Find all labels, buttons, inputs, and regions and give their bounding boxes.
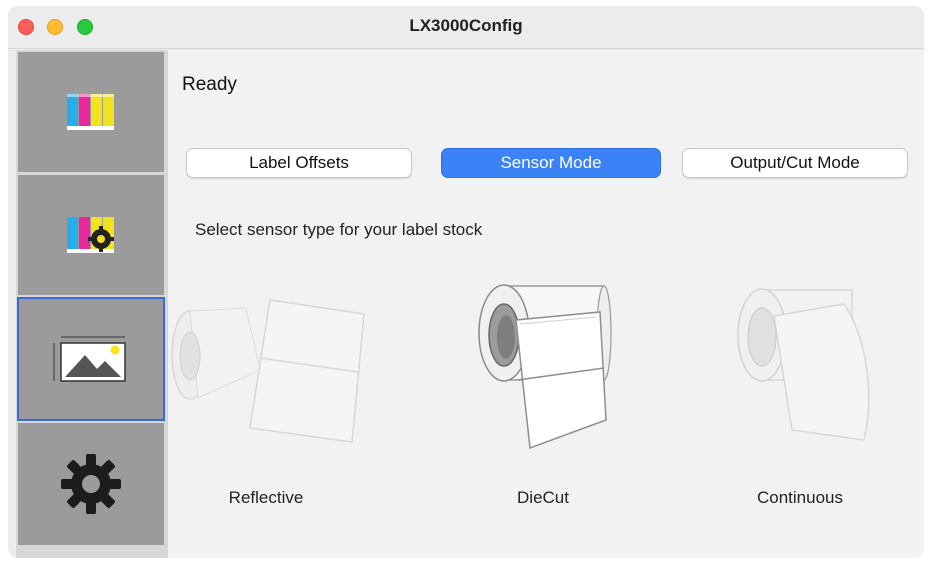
- sensor-option-reflective[interactable]: Reflective: [168, 280, 368, 520]
- reflective-label-roll-icon: [171, 299, 365, 443]
- tab-output-cut-mode[interactable]: Output/Cut Mode: [682, 148, 908, 178]
- sidebar-item-ink-settings[interactable]: [18, 175, 164, 295]
- sidebar-item-ink[interactable]: [18, 52, 164, 172]
- instruction-text: Select sensor type for your label stock: [195, 220, 483, 239]
- ink-cartridges-icon: [67, 94, 114, 130]
- continuous-roll-icon: [737, 288, 870, 441]
- tab-sensor-mode[interactable]: Sensor Mode: [441, 148, 661, 178]
- app-window: LX3000Config Ready Label Offsets Sensor …: [8, 6, 924, 558]
- tab-label-offsets[interactable]: Label Offsets: [186, 148, 412, 178]
- sensor-label-diecut: DieCut: [517, 488, 569, 507]
- sensor-label-reflective: Reflective: [228, 488, 304, 507]
- window-title: LX3000Config: [409, 16, 523, 35]
- sensor-option-continuous[interactable]: Continuous: [712, 280, 912, 520]
- sidebar-item-settings[interactable]: [18, 423, 164, 545]
- label-image-icon: [53, 336, 126, 382]
- status-text: Ready: [182, 74, 237, 95]
- sensor-label-continuous: Continuous: [756, 488, 843, 507]
- sensor-option-diecut[interactable]: DieCut: [446, 280, 646, 520]
- title-bar: LX3000Config: [8, 6, 924, 49]
- sidebar-item-label-layout[interactable]: [17, 297, 165, 421]
- ink-settings-icon: [67, 217, 114, 253]
- sidebar: [16, 50, 168, 558]
- main-content: Ready Label Offsets Sensor Mode Output/C…: [168, 50, 924, 558]
- gear-icon: [61, 454, 121, 514]
- diecut-label-roll-icon: [478, 284, 612, 450]
